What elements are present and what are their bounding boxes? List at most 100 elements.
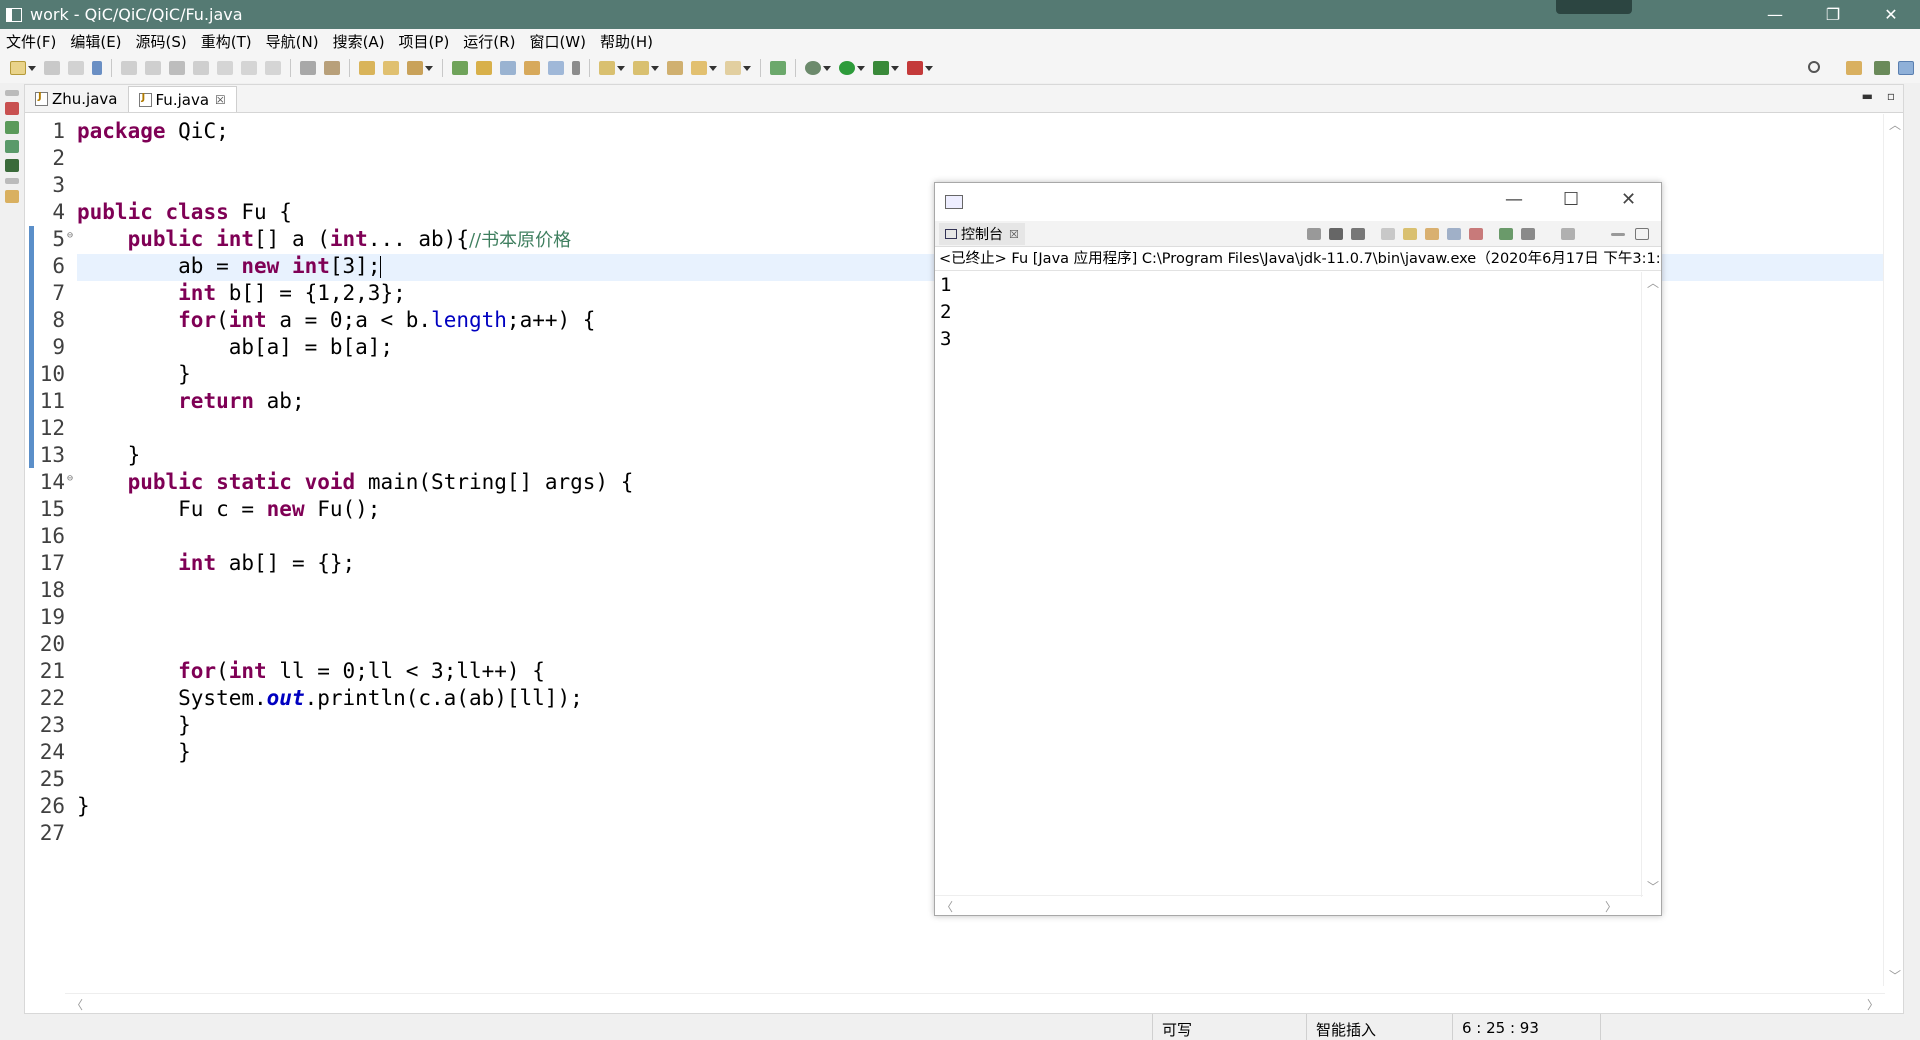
previous-annotation-dropdown-icon[interactable] — [651, 65, 659, 71]
console-output[interactable]: 1 2 3 — [935, 272, 1641, 897]
open-perspective-icon[interactable] — [1846, 61, 1862, 75]
console-window[interactable]: — ☐ ✕ 控制台 ☒ <已终止> Fu [Java 应用程序] C:\Prog… — [934, 182, 1662, 916]
run-dropdown-icon[interactable] — [857, 65, 865, 71]
display-console-icon[interactable] — [1521, 228, 1535, 240]
menu-refactor[interactable]: 重构(T) — [201, 31, 252, 52]
show-whitespace-icon[interactable] — [572, 61, 580, 75]
toggle-highlight-icon[interactable] — [476, 61, 492, 75]
previous-annotation-icon[interactable] — [633, 61, 649, 75]
menu-run[interactable]: 运行(R) — [463, 31, 515, 52]
coverage-dropdown-icon[interactable] — [891, 65, 899, 71]
block-selection-icon[interactable] — [524, 61, 540, 75]
tab-console[interactable]: 控制台 ☒ — [939, 223, 1025, 245]
new-java-project-icon[interactable] — [359, 61, 375, 75]
debug-icon[interactable] — [805, 61, 821, 75]
remove-all-terminated-icon[interactable] — [1351, 228, 1365, 240]
java-perspective-icon[interactable] — [1874, 61, 1890, 75]
console-horizontal-scrollbar[interactable]: 〈 〉 — [935, 895, 1643, 915]
search-tool-dropdown-icon[interactable] — [425, 65, 433, 71]
console-close-button[interactable]: ✕ — [1621, 189, 1636, 210]
menu-edit[interactable]: 编辑(E) — [70, 31, 121, 52]
save-all-icon[interactable] — [68, 61, 84, 75]
remove-launch-icon[interactable] — [1329, 228, 1343, 240]
open-console-icon[interactable] — [1561, 228, 1575, 240]
open-type-icon[interactable] — [383, 61, 399, 75]
next-annotation-icon[interactable] — [599, 61, 615, 75]
show-on-stdout-icon[interactable] — [1447, 228, 1461, 240]
junit-icon[interactable] — [5, 140, 19, 153]
type-hierarchy-icon[interactable] — [5, 121, 19, 134]
tab-fu-java[interactable]: Fu.java ☒ — [127, 86, 237, 112]
scroll-left-icon[interactable]: 〈 — [941, 898, 953, 915]
save-icon[interactable] — [44, 61, 60, 75]
minimize-editor-icon[interactable]: ▬ — [1862, 89, 1873, 103]
editor-vertical-scrollbar[interactable]: ︿ ﹀ — [1883, 114, 1903, 986]
back-dropdown-icon[interactable] — [709, 65, 717, 71]
new-dropdown-icon[interactable] — [28, 65, 36, 71]
menu-project[interactable]: 项目(P) — [399, 31, 450, 52]
resume-icon[interactable] — [121, 61, 137, 75]
fold-toggle-icon[interactable]: ⊖ — [67, 230, 73, 241]
scroll-down-icon[interactable]: ﹀ — [1889, 967, 1901, 984]
scroll-left-icon[interactable]: 〈 — [71, 996, 83, 1013]
toggle-mark-occurrences-icon[interactable] — [452, 61, 468, 75]
terminate-console-icon[interactable] — [1307, 228, 1321, 240]
scroll-lock-icon[interactable] — [1403, 228, 1417, 240]
step-into-icon[interactable] — [217, 61, 233, 75]
step-return-icon[interactable] — [265, 61, 281, 75]
restore-view-icon[interactable] — [5, 90, 19, 96]
search-icon[interactable] — [1808, 61, 1820, 73]
coverage-icon[interactable] — [873, 61, 889, 75]
debug-perspective-icon[interactable] — [1898, 61, 1914, 75]
external-tools-dropdown-icon[interactable] — [925, 65, 933, 71]
disconnect-icon[interactable] — [193, 61, 209, 75]
menu-file[interactable]: 文件(F) — [6, 31, 56, 52]
drop-to-frame-icon[interactable] — [300, 61, 316, 75]
new-icon[interactable] — [10, 61, 26, 75]
pin-editor-icon[interactable] — [770, 61, 786, 75]
debug-dropdown-icon[interactable] — [823, 65, 831, 71]
menu-search[interactable]: 搜索(A) — [333, 31, 385, 52]
outline-icon[interactable] — [5, 190, 19, 203]
task-list-icon[interactable] — [5, 159, 19, 172]
console-maximize-view-icon[interactable] — [1635, 228, 1649, 240]
word-wrap-icon[interactable] — [548, 61, 564, 75]
package-explorer-icon[interactable] — [5, 102, 19, 115]
last-edit-location-icon[interactable] — [667, 61, 683, 75]
forward-icon[interactable] — [725, 61, 741, 75]
fold-toggle-icon[interactable]: ⊖ — [67, 473, 73, 484]
minimize-button[interactable]: — — [1746, 0, 1804, 29]
maximize-editor-icon[interactable]: ▫ — [1887, 89, 1895, 103]
console-title-bar[interactable]: — ☐ ✕ — [935, 183, 1661, 221]
close-tab-icon[interactable]: ☒ — [215, 93, 226, 107]
scroll-right-icon[interactable]: 〉 — [1605, 898, 1617, 915]
run-icon[interactable] — [839, 61, 855, 75]
tab-zhu-java[interactable]: Zhu.java — [25, 86, 128, 112]
menu-source[interactable]: 源码(S) — [136, 31, 187, 52]
back-icon[interactable] — [691, 61, 707, 75]
step-over-icon[interactable] — [241, 61, 257, 75]
clear-console-icon[interactable] — [1381, 228, 1395, 240]
pin-console-icon[interactable] — [1499, 228, 1513, 240]
scroll-down-icon[interactable]: ﹀ — [1647, 878, 1659, 895]
toggle-breadcrumb-icon[interactable] — [500, 61, 516, 75]
title-drag-handle[interactable] — [1556, 0, 1632, 14]
restore-view-icon-2[interactable] — [5, 178, 19, 184]
skip-breakpoints-icon[interactable] — [92, 61, 102, 75]
search-tool-icon[interactable] — [407, 61, 423, 75]
console-minimize-view-icon[interactable] — [1611, 233, 1625, 236]
use-step-filters-icon[interactable] — [324, 61, 340, 75]
scroll-right-icon[interactable]: 〉 — [1867, 996, 1879, 1013]
console-vertical-scrollbar[interactable]: ︿ ﹀ — [1641, 272, 1661, 897]
close-console-tab-icon[interactable]: ☒ — [1009, 228, 1019, 241]
word-wrap-console-icon[interactable] — [1425, 228, 1439, 240]
menu-help[interactable]: 帮助(H) — [600, 31, 653, 52]
scroll-up-icon[interactable]: ︿ — [1889, 116, 1901, 133]
forward-dropdown-icon[interactable] — [743, 65, 751, 71]
show-on-stderr-icon[interactable] — [1469, 228, 1483, 240]
console-minimize-button[interactable]: — — [1505, 189, 1523, 210]
console-maximize-button[interactable]: ☐ — [1563, 189, 1579, 210]
terminate-icon[interactable] — [169, 61, 185, 75]
scroll-up-icon[interactable]: ︿ — [1647, 274, 1659, 291]
editor-horizontal-scrollbar[interactable]: 〈 〉 — [65, 993, 1885, 1013]
